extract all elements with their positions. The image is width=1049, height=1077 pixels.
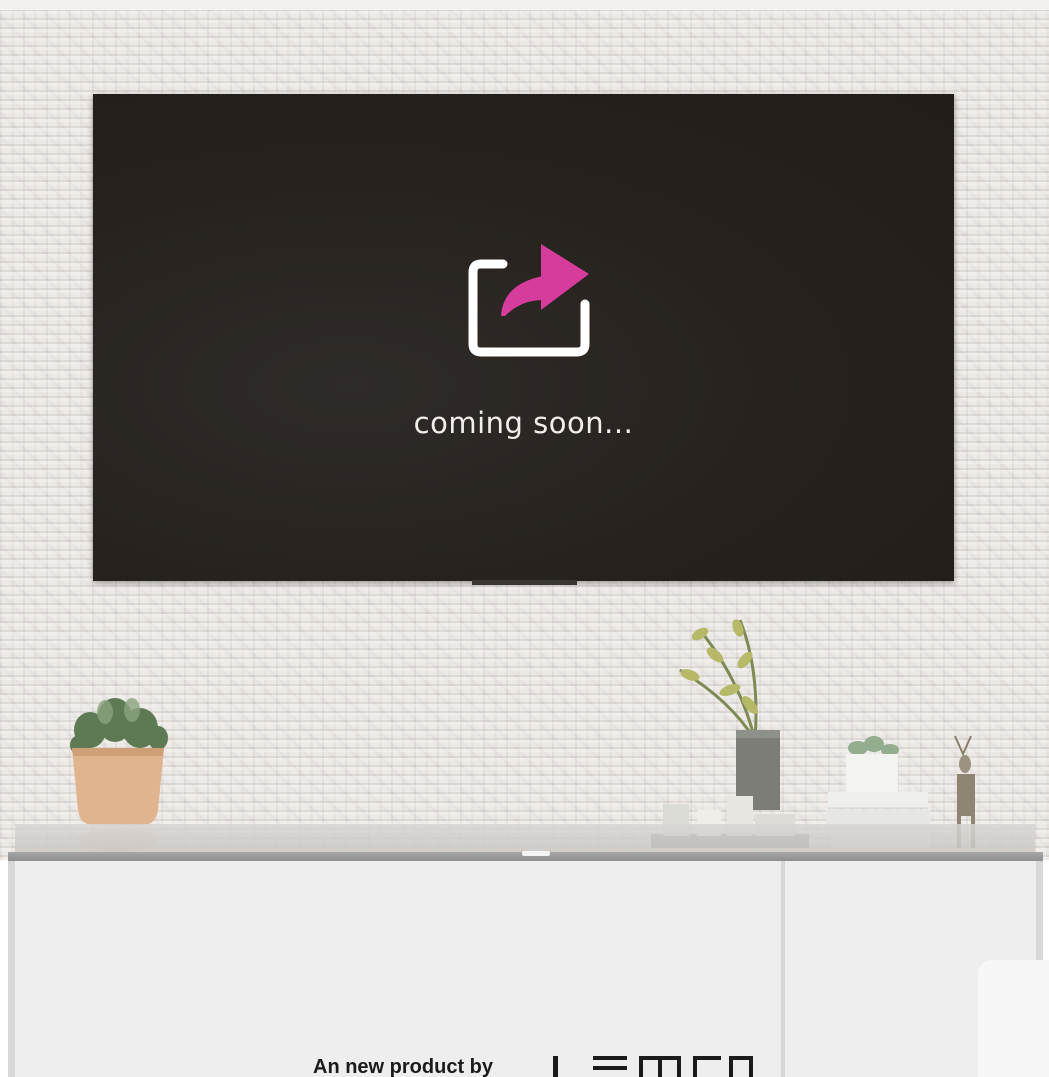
- tv-cabinet: [8, 861, 1043, 1077]
- share-icon: [468, 244, 590, 357]
- top-edge: [0, 0, 1049, 10]
- cabinet-handle: [522, 851, 550, 856]
- coming-soon-message: coming soon...: [413, 406, 634, 440]
- cabinet-top-surface: [15, 824, 1035, 853]
- cabinet-left-side: [8, 861, 15, 1077]
- tv-room-scene: coming soon... An new product by: [0, 0, 1049, 1077]
- tv-screen-content: coming soon...: [93, 94, 954, 581]
- cabinet-door-divider: [781, 861, 785, 1077]
- footer: An new product by: [0, 1050, 1049, 1077]
- tv-screen: coming soon...: [93, 94, 954, 581]
- footer-tagline: An new product by: [313, 1056, 493, 1077]
- tv-bottom-bezel: [472, 580, 577, 585]
- lemco-logo: [553, 1056, 753, 1077]
